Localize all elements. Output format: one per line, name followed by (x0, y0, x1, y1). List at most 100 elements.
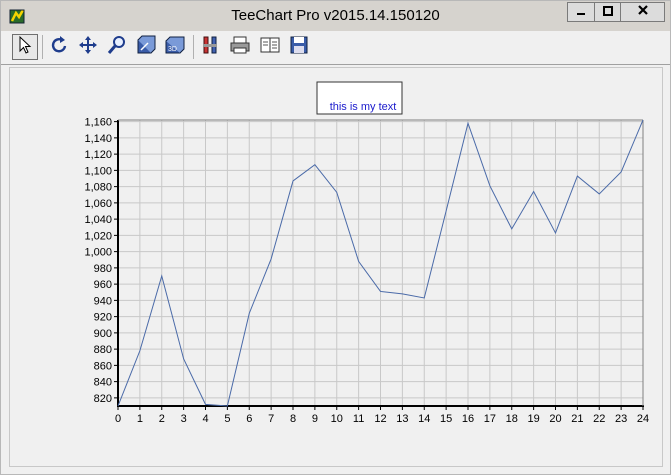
maximize-button[interactable] (594, 2, 621, 22)
data-point[interactable] (248, 312, 250, 314)
title-bar[interactable]: TeeChart Pro v2015.14.150120 (1, 1, 670, 31)
y-tick-label: 840 (94, 377, 112, 389)
y-tick-label: 1,060 (84, 198, 112, 210)
depth-tool-button[interactable] (133, 34, 159, 60)
x-tick-label: 21 (571, 413, 583, 425)
depth-3d-icon (136, 35, 156, 60)
x-tick-label: 20 (549, 413, 561, 425)
x-tick-label: 4 (202, 413, 208, 425)
x-tick-label: 15 (440, 413, 452, 425)
data-point[interactable] (226, 405, 228, 407)
x-tick-label: 1 (137, 413, 143, 425)
data-point[interactable] (357, 260, 359, 262)
maximize-icon (602, 3, 613, 21)
minimize-button[interactable] (567, 2, 595, 22)
toolbar: 3D (1, 31, 670, 65)
data-point[interactable] (161, 275, 163, 277)
annotation-text: this is my text (330, 101, 397, 113)
annotation-box[interactable]: this is my text (316, 81, 403, 115)
rotate-icon (50, 35, 70, 60)
y-tick-label: 940 (94, 295, 112, 307)
x-tick-label: 16 (462, 413, 474, 425)
view-3d-icon: 3D (164, 35, 186, 60)
chart-area[interactable]: this is my text 820 840 860 880 900 920 940 960… (9, 67, 663, 467)
data-point[interactable] (489, 185, 491, 187)
x-tick-label: 12 (374, 413, 386, 425)
select-tool-button[interactable] (12, 34, 38, 60)
toolbar-separator (42, 35, 43, 59)
y-tick-label: 900 (94, 328, 112, 340)
teechart-window: TeeChart Pro v2015.14.150120 3D this is … (0, 0, 671, 475)
floppy-disk-icon (289, 35, 309, 60)
data-point[interactable] (642, 119, 644, 121)
view3d-tool-button[interactable]: 3D (162, 34, 188, 60)
x-tick-label: 8 (290, 413, 296, 425)
close-icon (637, 3, 649, 21)
x-tick-label: 10 (331, 413, 343, 425)
data-point[interactable] (401, 293, 403, 295)
save-button[interactable] (286, 34, 312, 60)
x-tick-label: 14 (418, 413, 430, 425)
data-point[interactable] (292, 180, 294, 182)
x-tick-label: 24 (637, 413, 649, 425)
y-tick-label: 1,160 (84, 117, 112, 129)
toolbar-separator (193, 35, 194, 59)
data-point[interactable] (423, 297, 425, 299)
y-tick-label: 1,020 (84, 230, 112, 242)
zoom-tool-button[interactable] (104, 34, 130, 60)
line-chart[interactable]: this is my text 820840860880900920940960… (10, 68, 662, 466)
data-point[interactable] (270, 258, 272, 260)
x-tick-label: 0 (115, 413, 121, 425)
chart-editor-button[interactable] (198, 34, 224, 60)
x-tick-label: 22 (593, 413, 605, 425)
data-point[interactable] (139, 350, 141, 352)
export-button[interactable] (257, 34, 283, 60)
data-point[interactable] (204, 403, 206, 405)
print-button[interactable] (227, 34, 253, 60)
data-point[interactable] (182, 358, 184, 360)
minimize-icon (576, 3, 586, 21)
data-point[interactable] (511, 228, 513, 230)
data-point[interactable] (445, 210, 447, 212)
x-tick-label: 3 (181, 413, 187, 425)
x-tick-label: 19 (528, 413, 540, 425)
data-point[interactable] (336, 191, 338, 193)
y-tick-label: 1,140 (84, 133, 112, 145)
x-tick-label: 9 (312, 413, 318, 425)
y-tick-label: 980 (94, 263, 112, 275)
magnifier-icon (107, 35, 127, 60)
close-button[interactable] (620, 2, 665, 22)
y-tick-label: 1,100 (84, 165, 112, 177)
y-tick-label: 1,120 (84, 149, 112, 161)
move-tool-button[interactable] (75, 34, 101, 60)
data-point[interactable] (532, 190, 534, 192)
data-point[interactable] (467, 122, 469, 124)
data-point[interactable] (620, 171, 622, 173)
data-point[interactable] (117, 405, 119, 407)
y-tick-label: 920 (94, 312, 112, 324)
data-point[interactable] (379, 290, 381, 292)
x-tick-label: 13 (396, 413, 408, 425)
x-tick-label: 23 (615, 413, 627, 425)
y-tick-label: 1,000 (84, 247, 112, 259)
y-tick-label: 860 (94, 360, 112, 372)
x-tick-label: 7 (268, 413, 274, 425)
chart-editor-icon (201, 35, 221, 60)
svg-text:3D: 3D (168, 46, 177, 53)
data-point[interactable] (554, 232, 556, 234)
y-tick-label: 820 (94, 393, 112, 405)
data-point[interactable] (576, 175, 578, 177)
export-icon (259, 35, 281, 60)
x-tick-label: 6 (246, 413, 252, 425)
data-point[interactable] (314, 163, 316, 165)
x-tick-label: 11 (353, 413, 364, 425)
rotate-tool-button[interactable] (47, 34, 73, 60)
y-tick-label: 960 (94, 279, 112, 291)
pointer-arrow-icon (16, 35, 34, 60)
printer-icon (229, 35, 251, 60)
x-tick-label: 2 (159, 413, 165, 425)
x-tick-label: 5 (224, 413, 230, 425)
move-arrows-icon (78, 35, 98, 60)
x-tick-label: 17 (484, 413, 496, 425)
data-point[interactable] (598, 193, 600, 195)
